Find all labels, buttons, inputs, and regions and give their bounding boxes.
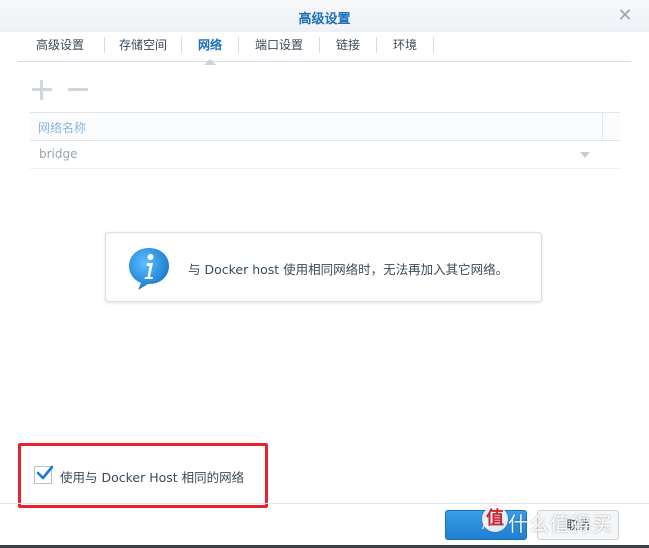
table-header: 网络名称 [30, 112, 620, 141]
chevron-down-icon[interactable] [580, 152, 590, 158]
info-message-box: 与 Docker host 使用相同网络时，无法再加入其它网络。 [105, 232, 542, 302]
table-row[interactable]: bridge [30, 141, 620, 169]
tab-separator [376, 37, 377, 53]
tab-bar: 高级设置 存储空间 网络 端口设置 链接 环境 [18, 33, 631, 65]
info-icon [129, 248, 169, 290]
network-table: 网络名称 bridge [30, 112, 620, 169]
host-network-checkbox[interactable] [34, 465, 54, 484]
tab-separator [238, 37, 239, 53]
footer-divider [0, 503, 649, 504]
tab-environment[interactable]: 环境 [378, 33, 432, 59]
active-tab-indicator [204, 59, 216, 65]
column-separator [602, 113, 603, 140]
remove-button[interactable] [66, 78, 90, 102]
add-button[interactable] [30, 78, 54, 102]
cancel-button[interactable]: 取消 [537, 510, 619, 540]
checkmark-icon [36, 465, 54, 480]
tab-network[interactable]: 网络 [183, 33, 237, 59]
host-network-label[interactable]: 使用与 Docker Host 相同的网络 [60, 467, 244, 486]
tab-separator [181, 37, 182, 53]
tab-advanced-settings[interactable]: 高级设置 [18, 33, 102, 59]
network-name-cell: bridge [39, 147, 78, 161]
close-icon[interactable]: ✕ [615, 6, 635, 26]
apply-button[interactable]: A [445, 510, 527, 540]
tab-links[interactable]: 链接 [321, 33, 375, 59]
column-header-network-name[interactable]: 网络名称 [38, 119, 86, 136]
info-message: 与 Docker host 使用相同网络时，无法再加入其它网络。 [188, 262, 509, 277]
tab-separator [319, 37, 320, 53]
tab-separator [104, 37, 105, 53]
tab-separator [433, 37, 434, 53]
tab-storage[interactable]: 存储空间 [106, 33, 180, 59]
tab-port-settings[interactable]: 端口设置 [240, 33, 318, 59]
title-bar: 高级设置 ✕ [0, 0, 649, 32]
dialog-title: 高级设置 [298, 12, 351, 27]
